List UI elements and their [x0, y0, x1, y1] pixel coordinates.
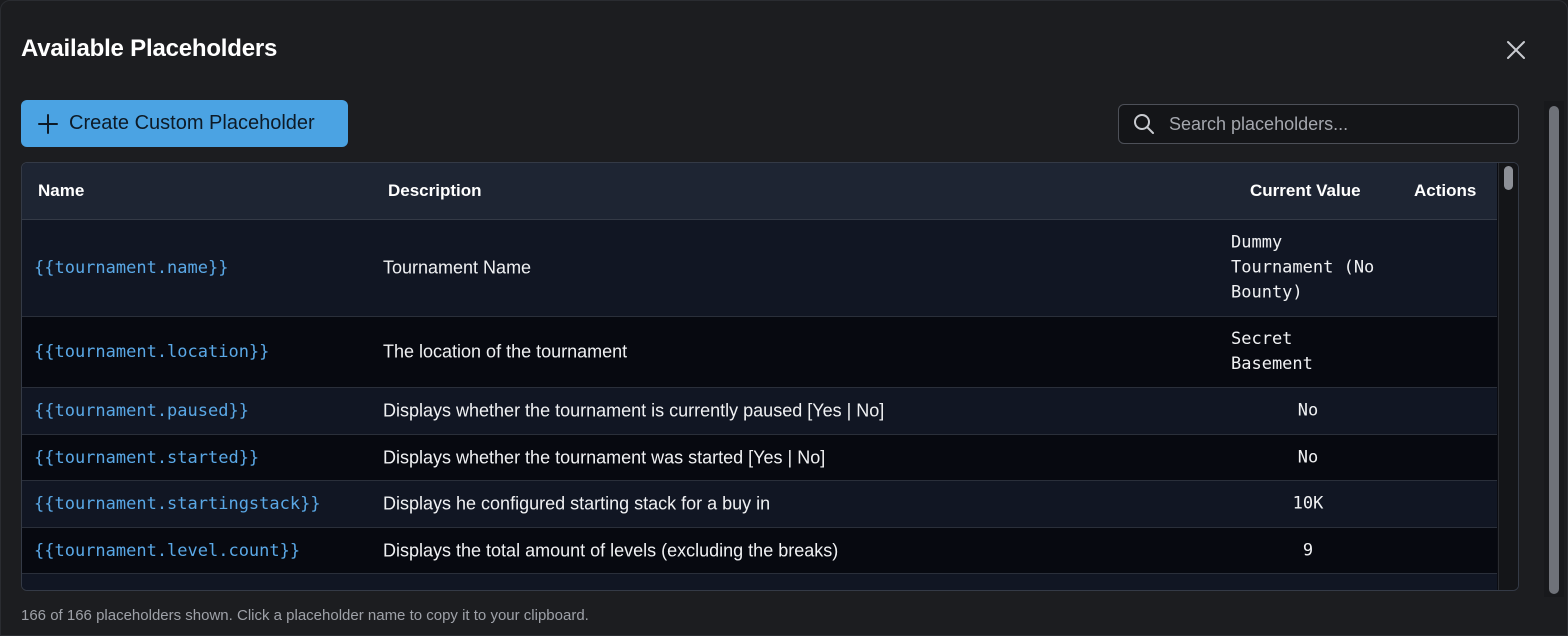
table-scrollbar[interactable] [1498, 163, 1518, 590]
table-header: Name Description Current Value Actions [22, 163, 1497, 220]
placeholder-value: No [1297, 400, 1319, 421]
placeholder-description: Displays whether the tournament was star… [383, 447, 826, 467]
table-row: {{tournament.level.count}} Displays the … [22, 528, 1497, 574]
table-row-partial [22, 574, 1497, 590]
column-header-actions: Actions [1414, 181, 1477, 200]
search-input[interactable] [1169, 113, 1499, 135]
placeholder-description: Displays the total amount of levels (exc… [383, 540, 839, 560]
placeholder-name[interactable]: {{tournament.name}} [34, 258, 228, 278]
footer-status: 166 of 166 placeholders shown. Click a p… [21, 607, 589, 624]
placeholder-name[interactable]: {{tournament.location}} [34, 342, 269, 362]
table-row: {{tournament.started}} Displays whether … [22, 435, 1497, 481]
close-button[interactable] [1503, 37, 1529, 63]
table-scrollbar-thumb[interactable] [1504, 166, 1513, 190]
column-header-name: Name [38, 181, 85, 200]
column-header-description: Description [388, 181, 482, 200]
table-row: {{tournament.paused}} Displays whether t… [22, 388, 1497, 435]
placeholder-description: The location of the tournament [383, 341, 628, 362]
placeholder-value: 10K [1292, 493, 1324, 514]
dialog-scrollbar-thumb[interactable] [1549, 106, 1559, 594]
plus-icon [38, 113, 58, 134]
placeholder-description: Displays he configured starting stack fo… [383, 493, 771, 514]
create-custom-placeholder-button[interactable]: Create Custom Placeholder [21, 100, 348, 147]
placeholder-name[interactable]: {{tournament.paused}} [34, 401, 249, 421]
placeholder-value: 9 [1302, 540, 1314, 560]
placeholder-name[interactable]: {{tournament.started}} [34, 448, 259, 468]
table-row: {{tournament.startingstack}} Displays he… [22, 481, 1497, 528]
close-icon [1507, 41, 1525, 59]
placeholders-table: Name Description Current Value Actions {… [21, 162, 1519, 591]
table-row: {{tournament.name}} Tournament Name Dumm… [22, 220, 1497, 317]
placeholder-description: Displays whether the tournament is curre… [383, 400, 885, 421]
placeholders-dialog: Available Placeholders Create Custom Pla… [0, 0, 1568, 636]
dialog-scrollbar[interactable] [1544, 101, 1564, 597]
placeholder-value: Secret Basement [1231, 329, 1313, 374]
search-box[interactable] [1118, 104, 1519, 144]
placeholder-value: No [1297, 447, 1319, 467]
column-header-current-value: Current Value [1250, 181, 1361, 200]
table-row: {{tournament.location}} The location of … [22, 317, 1497, 388]
create-button-label: Create Custom Placeholder [69, 112, 315, 134]
placeholder-name[interactable]: {{tournament.level.count}} [34, 541, 300, 561]
placeholder-value: Dummy Tournament (No Bounty) [1231, 232, 1375, 303]
search-icon [1134, 114, 1154, 134]
placeholder-description: Tournament Name [383, 257, 532, 278]
dialog-title: Available Placeholders [21, 35, 278, 62]
placeholder-name[interactable]: {{tournament.startingstack}} [34, 494, 321, 514]
